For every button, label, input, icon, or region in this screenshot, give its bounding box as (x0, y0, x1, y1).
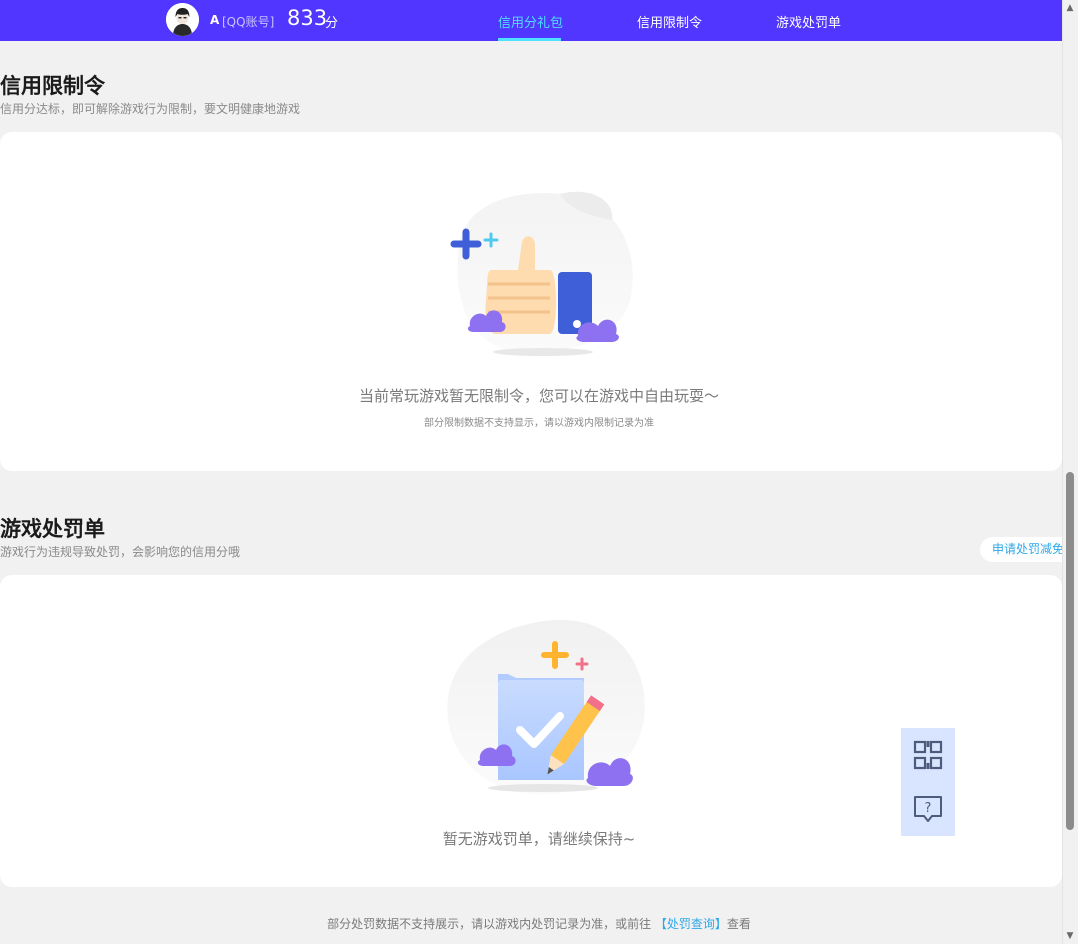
tab-credit-restriction[interactable]: 信用限制令 (637, 12, 702, 31)
footer-note: 部分处罚数据不支持展示，请以游戏内处罚记录为准，或前往 【处罚查询】查看 (0, 915, 1078, 932)
tab-credit-gift[interactable]: 信用分礼包 (498, 12, 563, 31)
qr-code-icon (913, 740, 943, 770)
scroll-up-arrow-icon[interactable]: ▲ (1064, 2, 1076, 14)
restriction-note: 部分限制数据不支持显示，请以游戏内限制记录为准 (424, 418, 654, 429)
svg-text:?: ? (925, 801, 932, 816)
tab-active-indicator (498, 38, 561, 41)
tab-game-penalty[interactable]: 游戏处罚单 (776, 12, 841, 31)
penalty-section-title: 游戏处罚单 (0, 517, 105, 541)
credit-score: 833 (287, 6, 328, 30)
scroll-down-arrow-icon[interactable]: ▼ (1064, 930, 1076, 942)
user-name: A (210, 13, 220, 27)
penalty-section-subtitle: 游戏行为违规导致处罚，会影响您的信用分哦 (0, 545, 241, 559)
avatar-image (166, 3, 199, 36)
top-nav-bar: A [QQ账号] 833 分 信用分礼包 信用限制令 游戏处罚单 (0, 0, 1062, 41)
restriction-section-subtitle: 信用分达标，即可解除游戏行为限制，要文明健康地游戏 (0, 102, 301, 116)
restriction-empty-message: 当前常玩游戏暂无限制令，您可以在游戏中自由玩耍～ (358, 387, 719, 405)
notepad-illustration (447, 619, 645, 795)
help-chat-icon: ? (914, 796, 942, 822)
footer-text-after: 查看 (726, 917, 751, 931)
thumbs-up-illustration (450, 191, 633, 356)
restriction-section-title: 信用限制令 (0, 74, 105, 98)
qr-code-button[interactable] (901, 728, 955, 782)
footer-text-before: 部分处罚数据不支持展示，请以游戏内处罚记录为准，或前往 (327, 917, 652, 931)
scrollbar-thumb[interactable] (1066, 472, 1074, 830)
account-type: [QQ账号] (222, 15, 275, 29)
avatar[interactable] (166, 3, 199, 36)
help-button[interactable]: ? (901, 782, 955, 836)
credit-score-unit: 分 (325, 16, 339, 31)
penalty-query-link[interactable]: 【处罚查询】 (655, 917, 727, 931)
